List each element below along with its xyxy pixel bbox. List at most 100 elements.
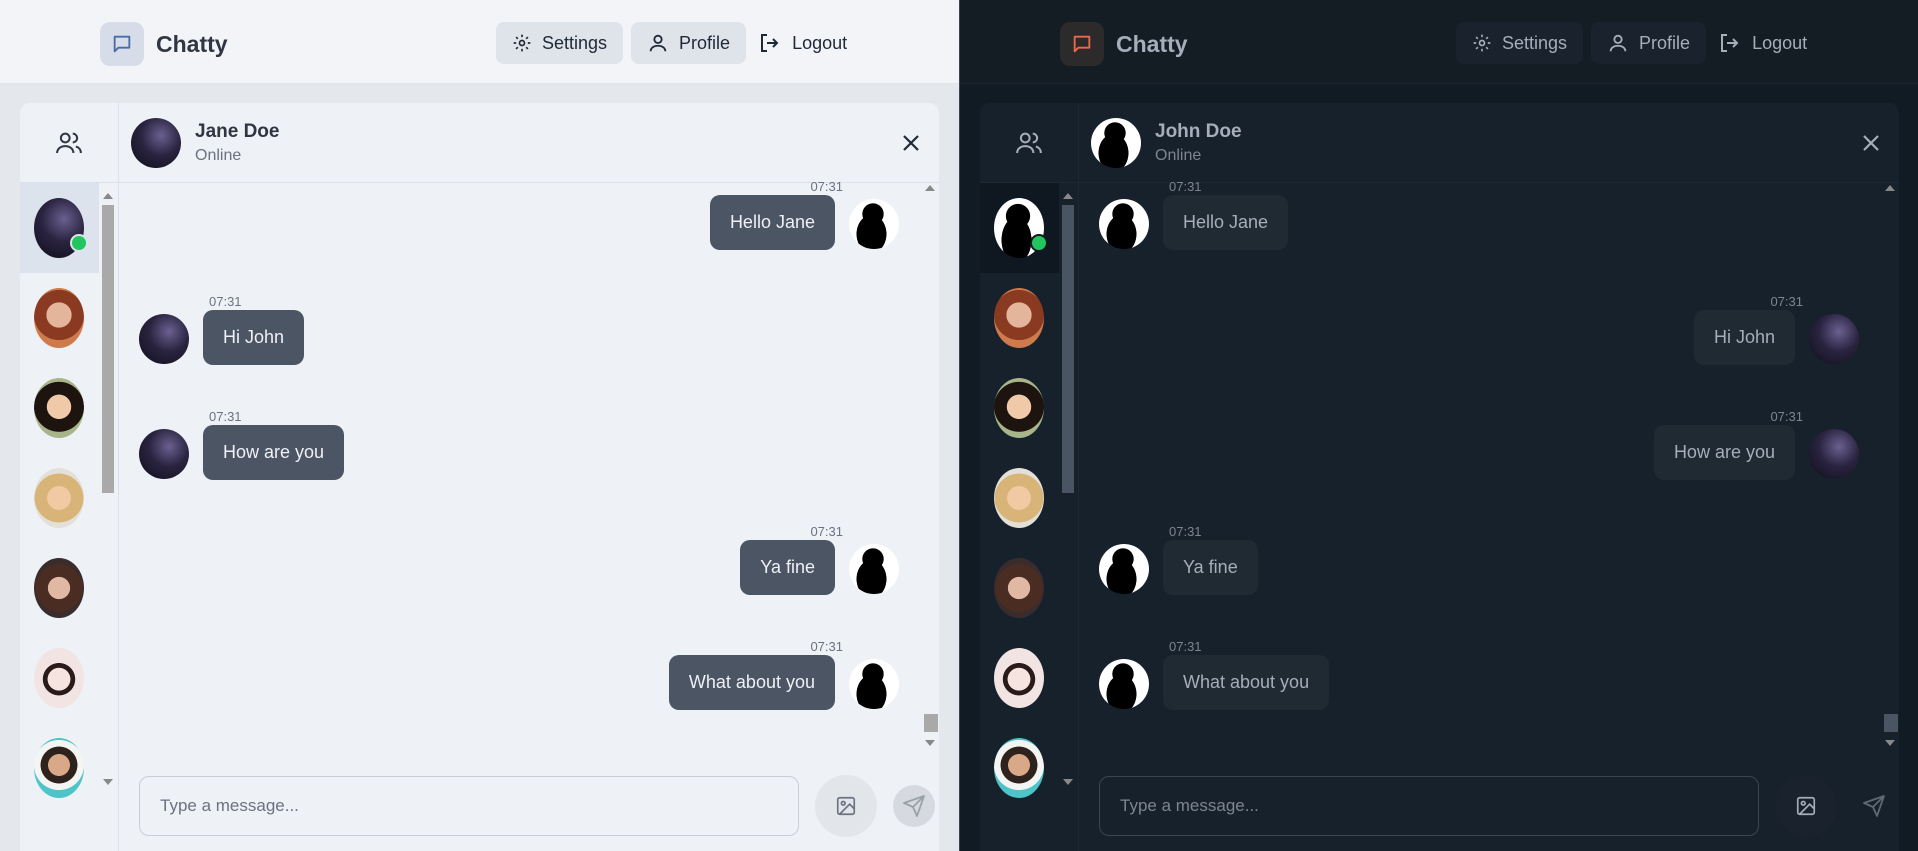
contact-item[interactable]	[20, 543, 99, 633]
attach-image-button[interactable]	[815, 775, 877, 837]
scrollbar-thumb[interactable]	[1062, 205, 1074, 493]
avatar	[34, 648, 84, 708]
message-scrollbar[interactable]	[1883, 183, 1898, 748]
avatar	[849, 199, 899, 249]
avatar	[1099, 659, 1149, 709]
message-time: 07:31	[1770, 409, 1803, 424]
contact-item[interactable]	[980, 183, 1059, 273]
message-input[interactable]	[1099, 776, 1759, 836]
message-input[interactable]	[139, 776, 799, 836]
brand-name: Chatty	[1116, 30, 1188, 57]
contacts-scrollbar[interactable]	[1058, 191, 1078, 851]
message-time: 07:31	[209, 409, 242, 424]
logout-icon	[761, 34, 779, 52]
scrollbar-thumb[interactable]	[1884, 714, 1898, 732]
top-navbar: Chatty Settings Profile Logout	[0, 0, 959, 84]
message: 07:31 What about you	[1099, 639, 1359, 710]
profile-button[interactable]: Profile	[1591, 22, 1707, 64]
dark-theme-pane: Chatty Settings Profile Logout John Doe …	[959, 0, 1918, 851]
avatar	[994, 378, 1044, 438]
settings-button[interactable]: Settings	[1456, 22, 1584, 64]
contact-item[interactable]	[980, 633, 1059, 723]
message: 07:31 How are you	[139, 409, 389, 480]
scroll-up-arrow[interactable]	[103, 193, 113, 199]
brand[interactable]: Chatty	[100, 22, 228, 66]
contact-item[interactable]	[20, 723, 99, 813]
message: 07:31 How are you	[1609, 409, 1859, 480]
send-button[interactable]	[1853, 785, 1895, 827]
settings-label: Settings	[1502, 32, 1568, 53]
message-composer	[1099, 775, 1899, 837]
profile-button[interactable]: Profile	[631, 22, 747, 64]
attach-image-button[interactable]	[1775, 775, 1837, 837]
scrollbar-thumb[interactable]	[924, 714, 938, 732]
message-time: 07:31	[810, 639, 843, 654]
logout-icon	[1721, 34, 1739, 52]
contact-item[interactable]	[20, 453, 99, 543]
message-bubble: Ya fine	[1163, 540, 1258, 595]
chat-panel: Jane Doe Online 07:31 Hello Jane 07:31 H…	[119, 103, 939, 851]
message-bubble: Hello Jane	[1163, 195, 1289, 250]
message: 07:31 Hello Jane	[699, 179, 899, 250]
message-bubble: Hi John	[1693, 310, 1795, 365]
avatar	[34, 468, 84, 528]
message-time: 07:31	[1169, 179, 1202, 194]
online-indicator	[70, 234, 88, 252]
chat-contact-name: John Doe	[1155, 120, 1242, 142]
avatar	[994, 738, 1044, 798]
scroll-down-arrow[interactable]	[925, 740, 935, 746]
contacts-scrollbar[interactable]	[98, 191, 118, 851]
scrollbar-thumb[interactable]	[102, 205, 114, 493]
close-icon[interactable]	[1859, 131, 1883, 155]
chat-header: Jane Doe Online	[119, 103, 939, 183]
contact-item[interactable]	[20, 633, 99, 723]
scroll-up-arrow[interactable]	[925, 185, 935, 191]
send-icon	[903, 795, 925, 817]
contact-item[interactable]	[980, 363, 1059, 453]
contacts-header[interactable]	[20, 103, 118, 183]
message-composer	[139, 775, 939, 837]
avatar	[34, 288, 84, 348]
message-scrollbar[interactable]	[923, 183, 938, 748]
contacts-header[interactable]	[980, 103, 1078, 183]
message-bubble: Hi John	[203, 310, 305, 365]
online-indicator	[1030, 234, 1048, 252]
message-time: 07:31	[1169, 639, 1202, 654]
scroll-up-arrow[interactable]	[1063, 193, 1073, 199]
contact-item[interactable]	[980, 723, 1059, 813]
message-list: 07:31 Hello Jane 07:31 Hi John 07:31 How…	[119, 179, 939, 748]
contact-item[interactable]	[20, 363, 99, 453]
chat-bubble-icon	[1060, 22, 1104, 66]
message-bubble: How are you	[1653, 425, 1795, 480]
contact-item[interactable]	[20, 273, 99, 363]
users-icon	[56, 132, 82, 153]
logout-button[interactable]: Logout	[754, 22, 851, 64]
avatar	[849, 659, 899, 709]
chat-panel: John Doe Online 07:31 Hello Jane 07:31 H…	[1079, 103, 1899, 851]
chat-card: Jane Doe Online 07:31 Hello Jane 07:31 H…	[20, 103, 939, 851]
avatar	[139, 314, 189, 364]
contact-item[interactable]	[20, 183, 99, 273]
scroll-down-arrow[interactable]	[1885, 740, 1895, 746]
image-icon	[1796, 796, 1816, 816]
avatar	[34, 738, 84, 798]
message: 07:31 What about you	[639, 639, 899, 710]
scroll-down-arrow[interactable]	[1063, 779, 1073, 785]
avatar	[1809, 429, 1859, 479]
message-time: 07:31	[810, 524, 843, 539]
contacts-sidebar	[20, 103, 119, 851]
send-button[interactable]	[893, 785, 935, 827]
contact-item[interactable]	[980, 453, 1059, 543]
logout-button[interactable]: Logout	[1714, 22, 1811, 64]
contact-item[interactable]	[980, 273, 1059, 363]
brand[interactable]: Chatty	[1060, 22, 1188, 66]
scroll-down-arrow[interactable]	[103, 779, 113, 785]
avatar	[994, 558, 1044, 618]
contact-item[interactable]	[980, 543, 1059, 633]
gear-icon	[1473, 34, 1491, 52]
avatar	[34, 198, 88, 258]
scroll-up-arrow[interactable]	[1885, 185, 1895, 191]
close-icon[interactable]	[899, 131, 923, 155]
settings-button[interactable]: Settings	[496, 22, 624, 64]
message: 07:31 Ya fine	[1099, 524, 1299, 595]
